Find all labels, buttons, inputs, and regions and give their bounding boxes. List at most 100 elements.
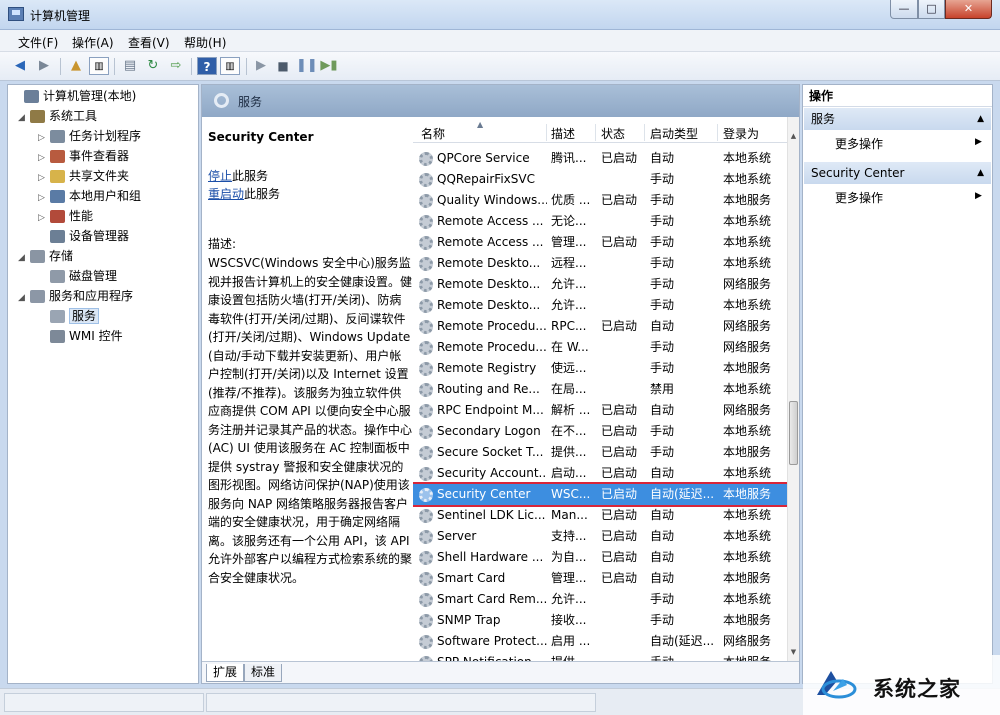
collapse-icon[interactable]: ▲ [977,108,984,130]
tree-item-label: 设备管理器 [69,229,130,243]
menu-view[interactable]: 查看(V) [128,34,170,51]
restart-service-link[interactable]: 重启动 [208,187,244,201]
service-name-cell: Server [437,529,477,543]
show-hide-tree-icon[interactable]: ▥ [89,57,109,75]
service-row[interactable]: Remote Deskto... 允许... 手动 网络服务 [413,274,787,295]
tree-item[interactable]: 设备管理器 [38,226,129,246]
tree-item[interactable]: ◢ 存储 [18,246,73,266]
restart-service-icon[interactable]: ▶▮ [319,57,339,75]
service-row[interactable]: Remote Registry 使远... 手动 本地服务 [413,358,787,379]
actions-pane: 操作 服务 ▲ 更多操作 ▶ Security Center ▲ 更多操作 ▶ [802,84,993,684]
stop-service-icon[interactable]: ■ [273,57,293,75]
service-logon-cell: 本地服务 [723,361,772,375]
export-list-icon[interactable]: ⇨ [166,57,186,75]
service-row[interactable]: Remote Deskto... 允许... 手动 本地系统 [413,295,787,316]
service-row[interactable]: Security Center WSC... 已启动 自动(延迟... 本地服务 [413,482,789,507]
service-startup-cell: 自动 [650,151,675,165]
tree-item[interactable]: 服务 [38,306,100,326]
service-row[interactable]: Remote Deskto... 远程... 手动 本地系统 [413,253,787,274]
service-row[interactable]: Quality Windows... 优质 ... 已启动 手动 本地服务 [413,190,787,211]
service-row[interactable]: SNMP Trap 接收... 手动 本地服务 [413,610,787,631]
tree-item[interactable]: ▷ 性能 [38,206,93,226]
service-gear-icon [419,257,433,271]
service-row[interactable]: Smart Card Rem... 允许... 手动 本地系统 [413,589,787,610]
more-actions-services[interactable]: 更多操作 [835,135,883,152]
service-row[interactable]: QQRepairFixSVC 手动 本地系统 [413,169,787,190]
scroll-down-icon[interactable]: ▼ [788,645,799,659]
back-icon[interactable]: ◀ [10,57,30,75]
service-row[interactable]: RPC Endpoint M... 解析 ... 已启动 自动 网络服务 [413,400,787,421]
service-gear-icon [419,152,433,166]
more-actions-security-center[interactable]: 更多操作 [835,189,883,206]
service-row[interactable]: Remote Access ... 无论... 手动 本地系统 [413,211,787,232]
service-row[interactable]: Sentinel LDK Lic... Man... 已启动 自动 本地系统 [413,505,787,526]
stop-service-link[interactable]: 停止 [208,169,232,183]
tree-item[interactable]: 磁盘管理 [38,266,117,286]
service-startup-cell: 自动(延迟... [650,634,715,648]
service-row[interactable]: Secure Socket T... 提供... 已启动 手动 本地服务 [413,442,787,463]
column-startup-type[interactable]: 启动类型 [650,125,698,142]
service-startup-cell: 禁用 [650,382,675,396]
vertical-scrollbar[interactable]: ▲ ▼ [787,117,799,661]
expand-arrow-icon[interactable]: ◢ [18,248,30,268]
service-row[interactable]: Shell Hardware ... 为自... 已启动 自动 本地系统 [413,547,787,568]
menu-file[interactable]: 文件(F) [18,34,58,51]
service-row[interactable]: Routing and Re... 在局... 禁用 本地系统 [413,379,787,400]
scrollbar-thumb[interactable] [789,401,798,465]
actions-section-services[interactable]: 服务 ▲ [804,108,991,130]
scroll-up-icon[interactable]: ▲ [788,129,799,143]
service-status-cell: 已启动 [601,151,638,165]
column-description[interactable]: 描述 [551,125,575,142]
expand-arrow-icon[interactable]: ▷ [38,128,50,148]
service-row[interactable]: SPP Notification... 提供... 手动本地服务 [413,652,787,661]
collapse-icon[interactable]: ▲ [977,162,984,184]
service-row[interactable]: Remote Procedu... RPC... 已启动 自动 网络服务 [413,316,787,337]
service-startup-cell: 自动(延迟... [650,487,715,501]
service-row[interactable]: Security Account... 启动... 已启动 自动 本地系统 [413,463,787,484]
up-folder-icon[interactable]: ▲ [66,57,86,75]
service-gear-icon [419,614,433,628]
toolbar-separator [114,58,115,75]
tree-item[interactable]: 计算机管理(本地) [12,86,136,106]
expand-arrow-icon[interactable]: ▷ [38,148,50,168]
tree-item[interactable]: ◢ 系统工具 [18,106,97,126]
service-row[interactable]: Software Protect... 启用 ... 自动(延迟... 网络服务 [413,631,787,652]
tree-item[interactable]: ▷ 共享文件夹 [38,166,129,186]
tab-extended[interactable]: 扩展 [206,664,245,682]
column-status[interactable]: 状态 [601,125,625,142]
maximize-button[interactable]: □ [918,0,945,19]
service-name-cell: Shell Hardware ... [437,550,544,564]
tree-item[interactable]: ◢ 服务和应用程序 [18,286,133,306]
forward-icon[interactable]: ▶ [34,57,54,75]
service-row[interactable]: Remote Access ... 管理... 已启动 手动 本地系统 [413,232,787,253]
refresh-icon[interactable]: ↻ [143,57,163,75]
actions-section-security-center[interactable]: Security Center ▲ [804,162,991,184]
start-service-icon[interactable]: ▶ [251,57,271,75]
service-row[interactable]: Smart Card 管理... 已启动 自动 本地服务 [413,568,787,589]
expand-arrow-icon[interactable]: ◢ [18,288,30,308]
tree-item[interactable]: ▷ 事件查看器 [38,146,129,166]
service-row[interactable]: Secondary Logon 在不... 已启动 手动 本地系统 [413,421,787,442]
menu-action[interactable]: 操作(A) [72,34,114,51]
tree-item[interactable]: ▷ 任务计划程序 [38,126,141,146]
tree-item[interactable]: WMI 控件 [38,326,123,346]
service-row[interactable]: QPCore Service 腾讯... 已启动 自动 本地系统 [413,148,787,169]
tree-item-label: 磁盘管理 [69,269,118,283]
expand-arrow-icon[interactable]: ▷ [38,188,50,208]
service-row[interactable]: Remote Procedu... 在 W... 手动 网络服务 [413,337,787,358]
column-name[interactable]: 名称 [421,125,445,142]
menu-help[interactable]: 帮助(H) [184,34,226,51]
column-log-on-as[interactable]: 登录为 [723,125,759,142]
expand-arrow-icon[interactable]: ▷ [38,168,50,188]
show-action-pane-icon[interactable]: ▥ [220,57,240,75]
properties-icon[interactable]: ▤ [120,57,140,75]
tab-standard[interactable]: 标准 [244,664,283,682]
tree-item[interactable]: ▷ 本地用户和组 [38,186,141,206]
close-button[interactable]: ✕ [945,0,992,19]
pause-service-icon[interactable]: ❚❚ [296,57,318,75]
expand-arrow-icon[interactable]: ◢ [18,108,30,128]
service-row[interactable]: Server 支持... 已启动 自动 本地系统 [413,526,787,547]
expand-arrow-icon[interactable]: ▷ [38,208,50,228]
minimize-button[interactable]: — [890,0,918,19]
help-icon[interactable]: ? [197,57,217,75]
